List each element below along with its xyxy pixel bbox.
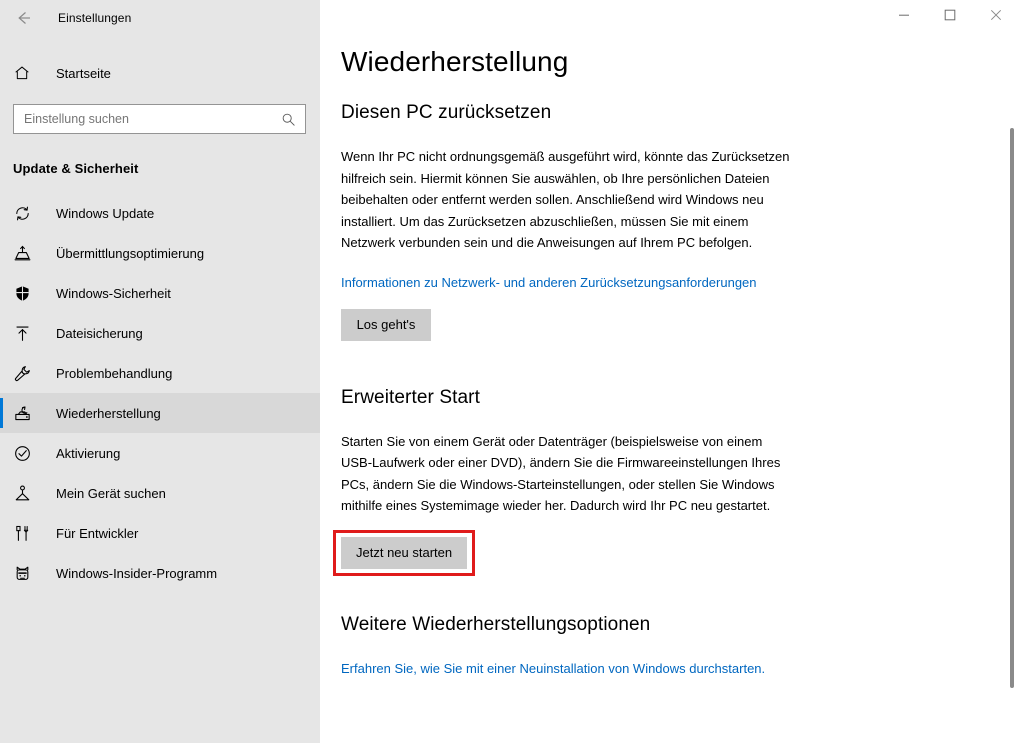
find-device-icon: [13, 484, 39, 503]
sidebar-item-label: Für Entwickler: [56, 525, 139, 541]
check-circle-icon: [13, 444, 39, 463]
sidebar-item-windows-security[interactable]: Windows-Sicherheit: [0, 273, 320, 313]
sidebar-category-title: Update & Sicherheit: [13, 161, 139, 176]
main-content: Wiederherstellung Diesen PC zurücksetzen…: [320, 36, 1019, 743]
reset-requirements-link[interactable]: Informationen zu Netzwerk- und anderen Z…: [341, 272, 757, 293]
sidebar-item-windows-insider[interactable]: Windows-Insider-Programm: [0, 553, 320, 593]
section-heading-advanced-startup: Erweiterter Start: [341, 386, 480, 408]
title-bar-right: [320, 0, 1019, 36]
sidebar-item-label: Dateisicherung: [56, 325, 143, 341]
home-icon: [13, 64, 39, 82]
sidebar-item-recovery[interactable]: Wiederherstellung: [0, 393, 320, 433]
recovery-icon: [13, 404, 39, 423]
sidebar-item-label: Wiederherstellung: [56, 405, 161, 421]
sidebar-item-label: Mein Gerät suchen: [56, 485, 166, 501]
sidebar-item-windows-update[interactable]: Windows Update: [0, 193, 320, 233]
sidebar-item-activation[interactable]: Aktivierung: [0, 433, 320, 473]
sidebar-item-label: Windows-Sicherheit: [56, 285, 171, 301]
sidebar-item-label: Aktivierung: [56, 445, 121, 461]
reset-button-wrap: Los geht's: [341, 308, 1000, 341]
section-more-recovery-options: Weitere Wiederherstellungsoptionen Erfah…: [341, 613, 1000, 679]
annotation-highlight-box: Jetzt neu starten: [333, 529, 476, 576]
sidebar-item-delivery-optimization[interactable]: Übermittlungsoptimierung: [0, 233, 320, 273]
sidebar-item-label: Windows Update: [56, 205, 155, 221]
developer-tools-icon: [13, 524, 39, 543]
refresh-icon: [13, 204, 39, 223]
backup-upload-icon: [13, 324, 39, 343]
sidebar-item-home[interactable]: Startseite: [0, 53, 320, 93]
page-title: Wiederherstellung: [341, 46, 569, 77]
search-input[interactable]: [24, 106, 277, 132]
section-description-reset: Wenn Ihr PC nicht ordnungsgemäß ausgefüh…: [341, 149, 790, 250]
scrollbar-thumb[interactable]: [1010, 128, 1014, 688]
search-icon[interactable]: [277, 107, 299, 131]
sidebar-item-for-developers[interactable]: Für Entwickler: [0, 513, 320, 553]
back-button[interactable]: [2, 2, 46, 34]
window-title: Einstellungen: [58, 11, 132, 25]
sidebar-item-label: Übermittlungsoptimierung: [56, 245, 205, 261]
insider-ninjacat-icon: [13, 564, 39, 583]
section-reset-this-pc: Diesen PC zurücksetzen Wenn Ihr PC nicht…: [341, 101, 1000, 341]
fresh-start-link[interactable]: Erfahren Sie, wie Sie mit einer Neuinsta…: [341, 658, 765, 679]
section-description-advanced-startup: Starten Sie von einem Gerät oder Datentr…: [341, 433, 781, 514]
sidebar-item-troubleshoot[interactable]: Problembehandlung: [0, 353, 320, 393]
shield-icon: [13, 284, 39, 303]
sidebar-nav-list: Windows Update Übermittlungsoptimierung: [0, 193, 320, 593]
sidebar-item-home-label: Startseite: [56, 65, 111, 81]
restart-now-button[interactable]: Jetzt neu starten: [341, 536, 468, 569]
maximize-button[interactable]: [927, 0, 973, 30]
wrench-icon: [13, 364, 39, 383]
get-started-button[interactable]: Los geht's: [341, 308, 431, 341]
title-bar: Einstellungen: [0, 0, 1019, 36]
sidebar-item-label: Windows-Insider-Programm: [56, 565, 218, 581]
vertical-scrollbar[interactable]: [1003, 36, 1019, 743]
minimize-button[interactable]: [881, 0, 927, 30]
delivery-optimization-icon: [13, 244, 39, 263]
search-box[interactable]: [13, 104, 306, 134]
title-bar-left: Einstellungen: [0, 0, 320, 36]
sidebar-item-backup[interactable]: Dateisicherung: [0, 313, 320, 353]
section-advanced-startup: Erweiterter Start Starten Sie von einem …: [333, 386, 1000, 576]
sidebar-item-label: Problembehandlung: [56, 365, 173, 381]
sidebar: Startseite Update & Sicherheit: [0, 36, 320, 743]
sidebar-item-find-my-device[interactable]: Mein Gerät suchen: [0, 473, 320, 513]
section-heading-more-options: Weitere Wiederherstellungsoptionen: [341, 613, 651, 635]
settings-window: Einstellungen Startseite Einstellung suc…: [0, 0, 1019, 743]
section-heading-reset: Diesen PC zurücksetzen: [341, 102, 552, 123]
close-button[interactable]: [973, 0, 1019, 30]
